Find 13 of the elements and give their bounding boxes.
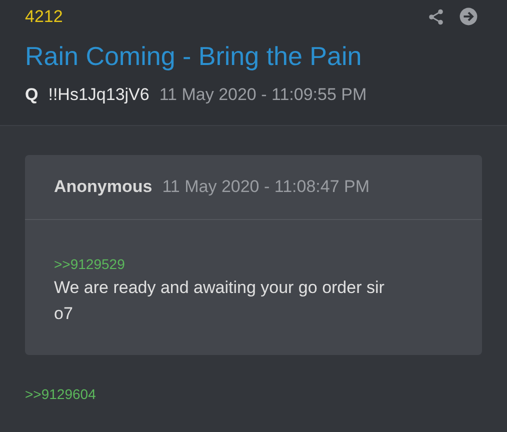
message-text: o7 xyxy=(54,303,74,325)
post-date: 11 May 2020 - 11:08:47 PM xyxy=(162,176,370,198)
tripcode: !!Hs1Jq13jV6 xyxy=(48,84,150,106)
reply-link[interactable]: >>9129604 xyxy=(25,384,482,405)
post-date: 11 May 2020 - 11:09:55 PM xyxy=(159,84,367,106)
reply-link[interactable]: >>9129529 xyxy=(54,254,453,275)
author-name: Q xyxy=(25,84,38,106)
share-icon[interactable] xyxy=(427,8,445,26)
arrow-right-icon[interactable] xyxy=(459,7,478,26)
post-number: 4212 xyxy=(25,6,63,28)
message-text: We are ready and awaiting your go order sir xyxy=(54,277,386,299)
author-name: Anonymous xyxy=(54,176,152,198)
post-title[interactable]: Rain Coming - Bring the Pain xyxy=(25,40,482,72)
